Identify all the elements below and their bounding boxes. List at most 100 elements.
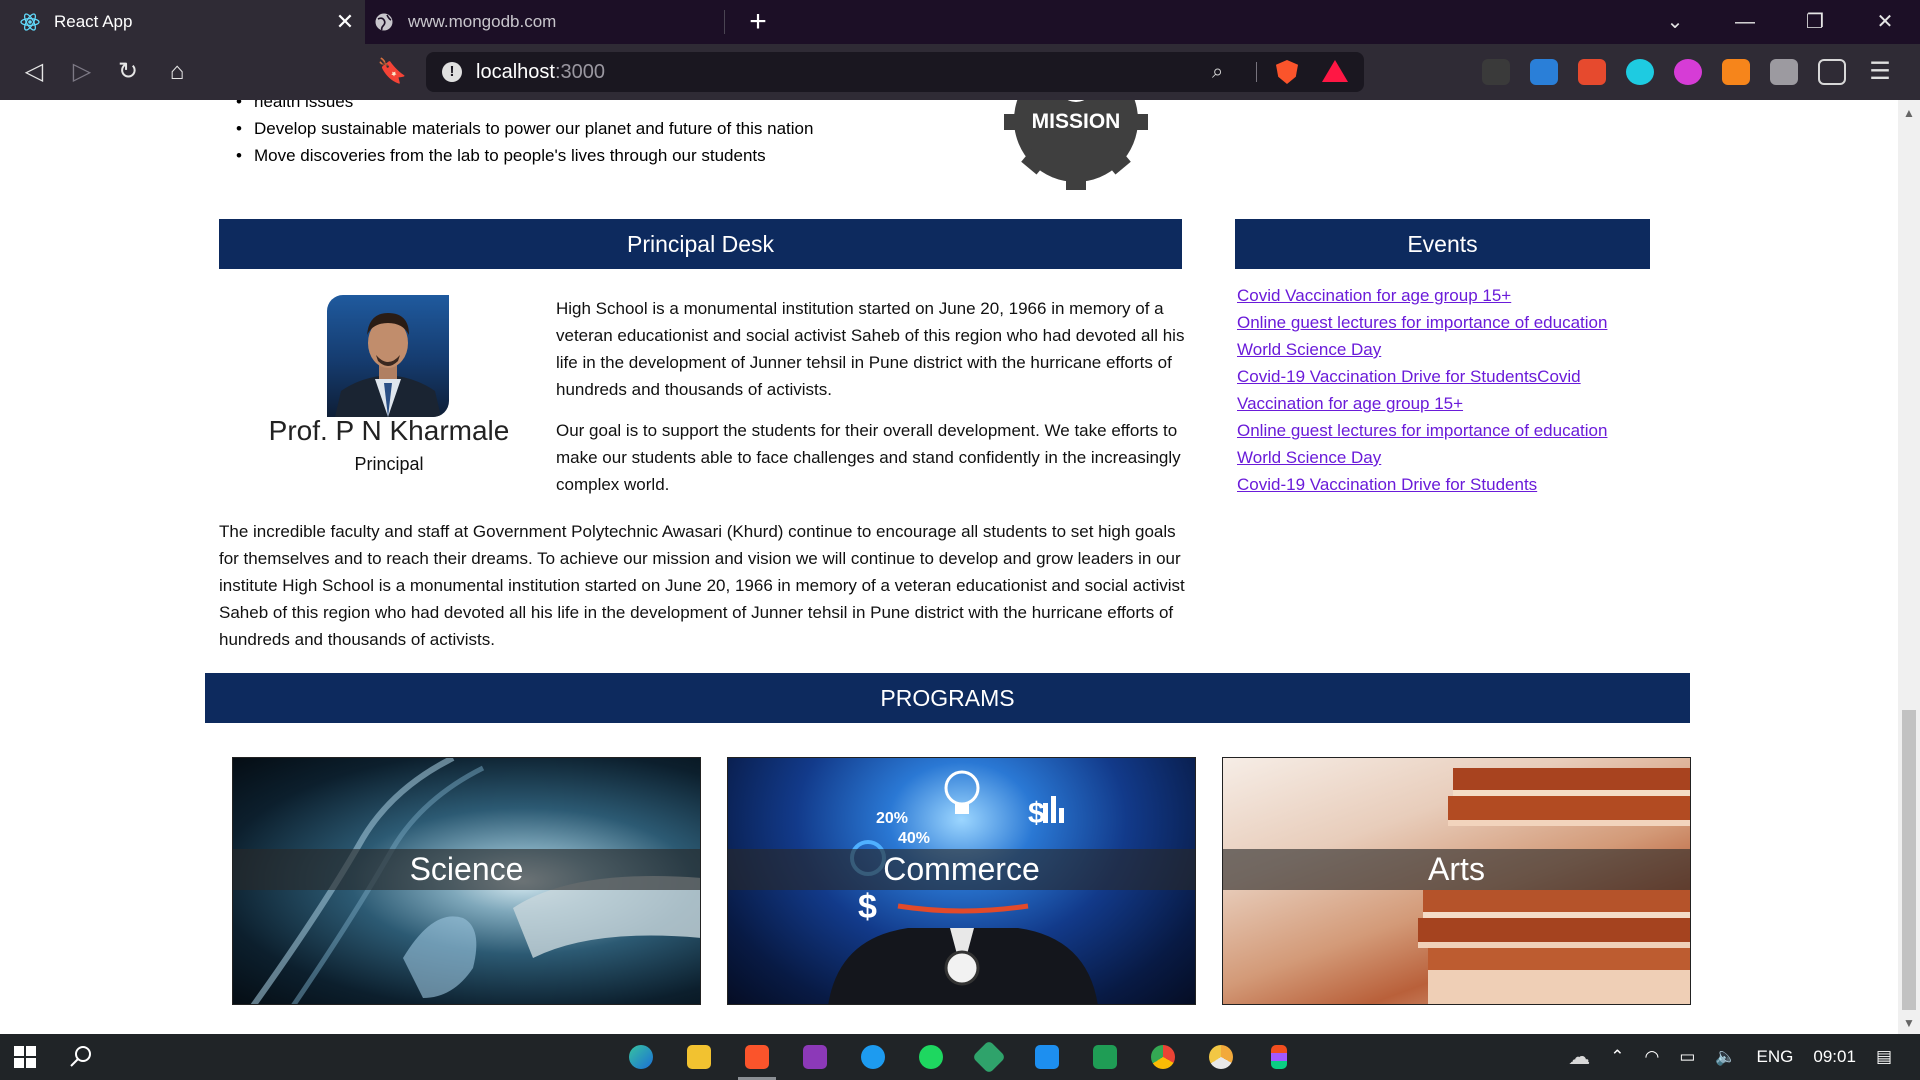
event-link[interactable]: Vaccination for age group 15+ xyxy=(1237,390,1657,417)
scroll-down-arrow-icon[interactable]: ▼ xyxy=(1898,1016,1920,1030)
figma-icon[interactable] xyxy=(1250,1034,1308,1080)
principal-paragraph-1: High School is a monumental institution … xyxy=(556,299,1185,399)
gitkraken-icon[interactable] xyxy=(960,1034,1018,1080)
principal-role: Principal xyxy=(354,454,424,474)
extension-chart-icon[interactable] xyxy=(1482,59,1510,85)
browser-toolbar: ◁ ▷ ↻ ⌂ 🔖 ! localhost:3000 ⌕ ☰ xyxy=(0,44,1920,100)
file-explorer-icon[interactable] xyxy=(670,1034,728,1080)
mission-item-partial: health issues xyxy=(232,100,813,115)
scroll-up-arrow-icon[interactable]: ▲ xyxy=(1898,106,1920,120)
brave-rewards-icon[interactable] xyxy=(1322,60,1348,82)
twitter-icon[interactable] xyxy=(844,1034,902,1080)
onenote-icon[interactable] xyxy=(786,1034,844,1080)
program-card-arts[interactable]: Arts xyxy=(1222,757,1691,1005)
scrollbar-thumb[interactable] xyxy=(1902,710,1916,1010)
principal-desk-heading: Principal Desk xyxy=(219,219,1182,269)
principal-photo xyxy=(327,295,449,417)
volume-icon[interactable]: 🔈 xyxy=(1715,1047,1736,1067)
home-button[interactable]: ⌂ xyxy=(157,44,197,100)
event-link[interactable]: Covid-19 Vaccination Drive for StudentsC… xyxy=(1237,363,1657,390)
react-logo-icon xyxy=(20,13,40,31)
event-link[interactable]: World Science Day xyxy=(1237,336,1657,363)
metamask-fox-icon[interactable] xyxy=(1722,59,1750,85)
dollar-icon: $ xyxy=(1028,797,1045,830)
extensions-puzzle-icon[interactable] xyxy=(1770,59,1798,85)
excel-icon[interactable] xyxy=(1076,1034,1134,1080)
bookmark-icon[interactable]: 🔖 xyxy=(372,44,412,100)
window-controls: ⌄ — ❐ ✕ xyxy=(1640,0,1920,44)
chrome-canary-icon[interactable] xyxy=(1192,1034,1250,1080)
tab-title: www.mongodb.com xyxy=(408,12,557,31)
onedrive-cloud-icon[interactable]: ☁ xyxy=(1568,1044,1590,1070)
spotify-icon[interactable] xyxy=(902,1034,960,1080)
wifi-icon[interactable]: ◠ xyxy=(1644,1047,1659,1067)
wallet-icon[interactable] xyxy=(1818,59,1846,85)
extensions-area: ☰ xyxy=(1482,44,1914,100)
system-tray: ☁ ⌃ ◠ ▭ 🔈 ENG 09:01 ▤ xyxy=(1568,1034,1920,1080)
tray-chevron-icon[interactable]: ⌃ xyxy=(1610,1047,1624,1067)
clock[interactable]: 09:01 xyxy=(1813,1047,1856,1067)
brave-shields-icon[interactable] xyxy=(1276,60,1298,84)
taskbar-apps xyxy=(612,1034,1308,1080)
chrome-icon[interactable] xyxy=(1134,1034,1192,1080)
battery-icon[interactable]: ▭ xyxy=(1679,1047,1695,1067)
notifications-icon[interactable]: ▤ xyxy=(1876,1047,1892,1067)
extension-face-icon[interactable] xyxy=(1674,59,1702,85)
percent-overlay-2: 40% xyxy=(898,830,931,847)
event-link[interactable]: Covid Vaccination for age group 15+ xyxy=(1237,282,1657,309)
extension-grid-icon[interactable] xyxy=(1578,59,1606,85)
programs-heading: PROGRAMS xyxy=(205,673,1690,723)
address-bar[interactable]: ! localhost:3000 ⌕ xyxy=(426,52,1364,92)
mission-list: health issues Develop sustainable materi… xyxy=(232,100,813,169)
new-tab-button[interactable]: + xyxy=(740,0,776,44)
mission-gear-icon: MISSION xyxy=(1004,100,1148,190)
principal-paragraph-2: Our goal is to support the students for … xyxy=(556,421,1181,494)
principal-paragraph-3: The incredible faculty and staff at Gove… xyxy=(219,522,1185,649)
page-scrollbar[interactable]: ▲ ▼ xyxy=(1898,100,1920,1034)
address-divider xyxy=(1256,62,1257,82)
mission-item: Move discoveries from the lab to people'… xyxy=(232,142,813,169)
program-label-commerce: Commerce xyxy=(883,851,1040,887)
event-link[interactable]: Online guest lectures for importance of … xyxy=(1237,309,1657,336)
event-link[interactable]: Covid-19 Vaccination Drive for Students xyxy=(1237,471,1657,498)
brave-browser-icon[interactable] xyxy=(728,1034,786,1080)
vscode-icon[interactable] xyxy=(1018,1034,1076,1080)
event-link[interactable]: Online guest lectures for importance of … xyxy=(1237,417,1657,444)
tab-title: React App xyxy=(54,12,133,31)
event-link[interactable]: World Science Day xyxy=(1237,444,1657,471)
percent-overlay-1: 20% xyxy=(876,810,909,827)
menu-hamburger-icon[interactable]: ☰ xyxy=(1866,59,1894,85)
page-content: health issues Develop sustainable materi… xyxy=(0,100,1898,1034)
program-label-science: Science xyxy=(409,851,524,887)
program-card-commerce[interactable]: $ $ 20% 40% Commerce xyxy=(727,757,1196,1005)
address-url[interactable]: localhost:3000 xyxy=(476,52,605,92)
program-card-science[interactable]: Science xyxy=(232,757,701,1005)
principal-portrait-icon xyxy=(335,313,441,417)
program-label-arts: Arts xyxy=(1428,851,1485,887)
browser-tab-strip: React App ✕ www.mongodb.com + ⌄ — ❐ ✕ xyxy=(0,0,1920,44)
mission-badge-label: MISSION xyxy=(1032,110,1121,133)
globe-icon xyxy=(375,13,393,31)
tab-close-icon[interactable]: ✕ xyxy=(325,9,365,35)
tab-mongodb[interactable]: www.mongodb.com xyxy=(374,0,724,44)
search-icon[interactable] xyxy=(68,1044,94,1070)
edge-icon[interactable] xyxy=(612,1034,670,1080)
back-button[interactable]: ◁ xyxy=(14,44,54,100)
principal-name: Prof. P N Kharmale xyxy=(268,415,510,446)
tab-list-chevron-icon[interactable]: ⌄ xyxy=(1640,0,1710,44)
site-info-icon[interactable]: ! xyxy=(442,62,462,82)
minimize-button[interactable]: — xyxy=(1710,0,1780,44)
reload-button[interactable]: ↻ xyxy=(108,44,148,100)
zoom-icon[interactable]: ⌕ xyxy=(1212,52,1223,92)
windows-start-icon[interactable] xyxy=(14,1046,36,1068)
restore-button[interactable]: ❐ xyxy=(1780,0,1850,44)
windows-taskbar: ☁ ⌃ ◠ ▭ 🔈 ENG 09:01 ▤ xyxy=(0,1034,1920,1080)
events-list: Covid Vaccination for age group 15+ Onli… xyxy=(1237,282,1657,498)
dollar-icon: $ xyxy=(858,888,877,926)
tab-react-app[interactable]: React App ✕ xyxy=(0,0,365,44)
forward-button[interactable]: ▷ xyxy=(62,44,102,100)
extension-rocket-icon[interactable] xyxy=(1530,59,1558,85)
close-window-button[interactable]: ✕ xyxy=(1850,0,1920,44)
extension-ring-icon[interactable] xyxy=(1626,59,1654,85)
language-indicator[interactable]: ENG xyxy=(1757,1047,1794,1067)
